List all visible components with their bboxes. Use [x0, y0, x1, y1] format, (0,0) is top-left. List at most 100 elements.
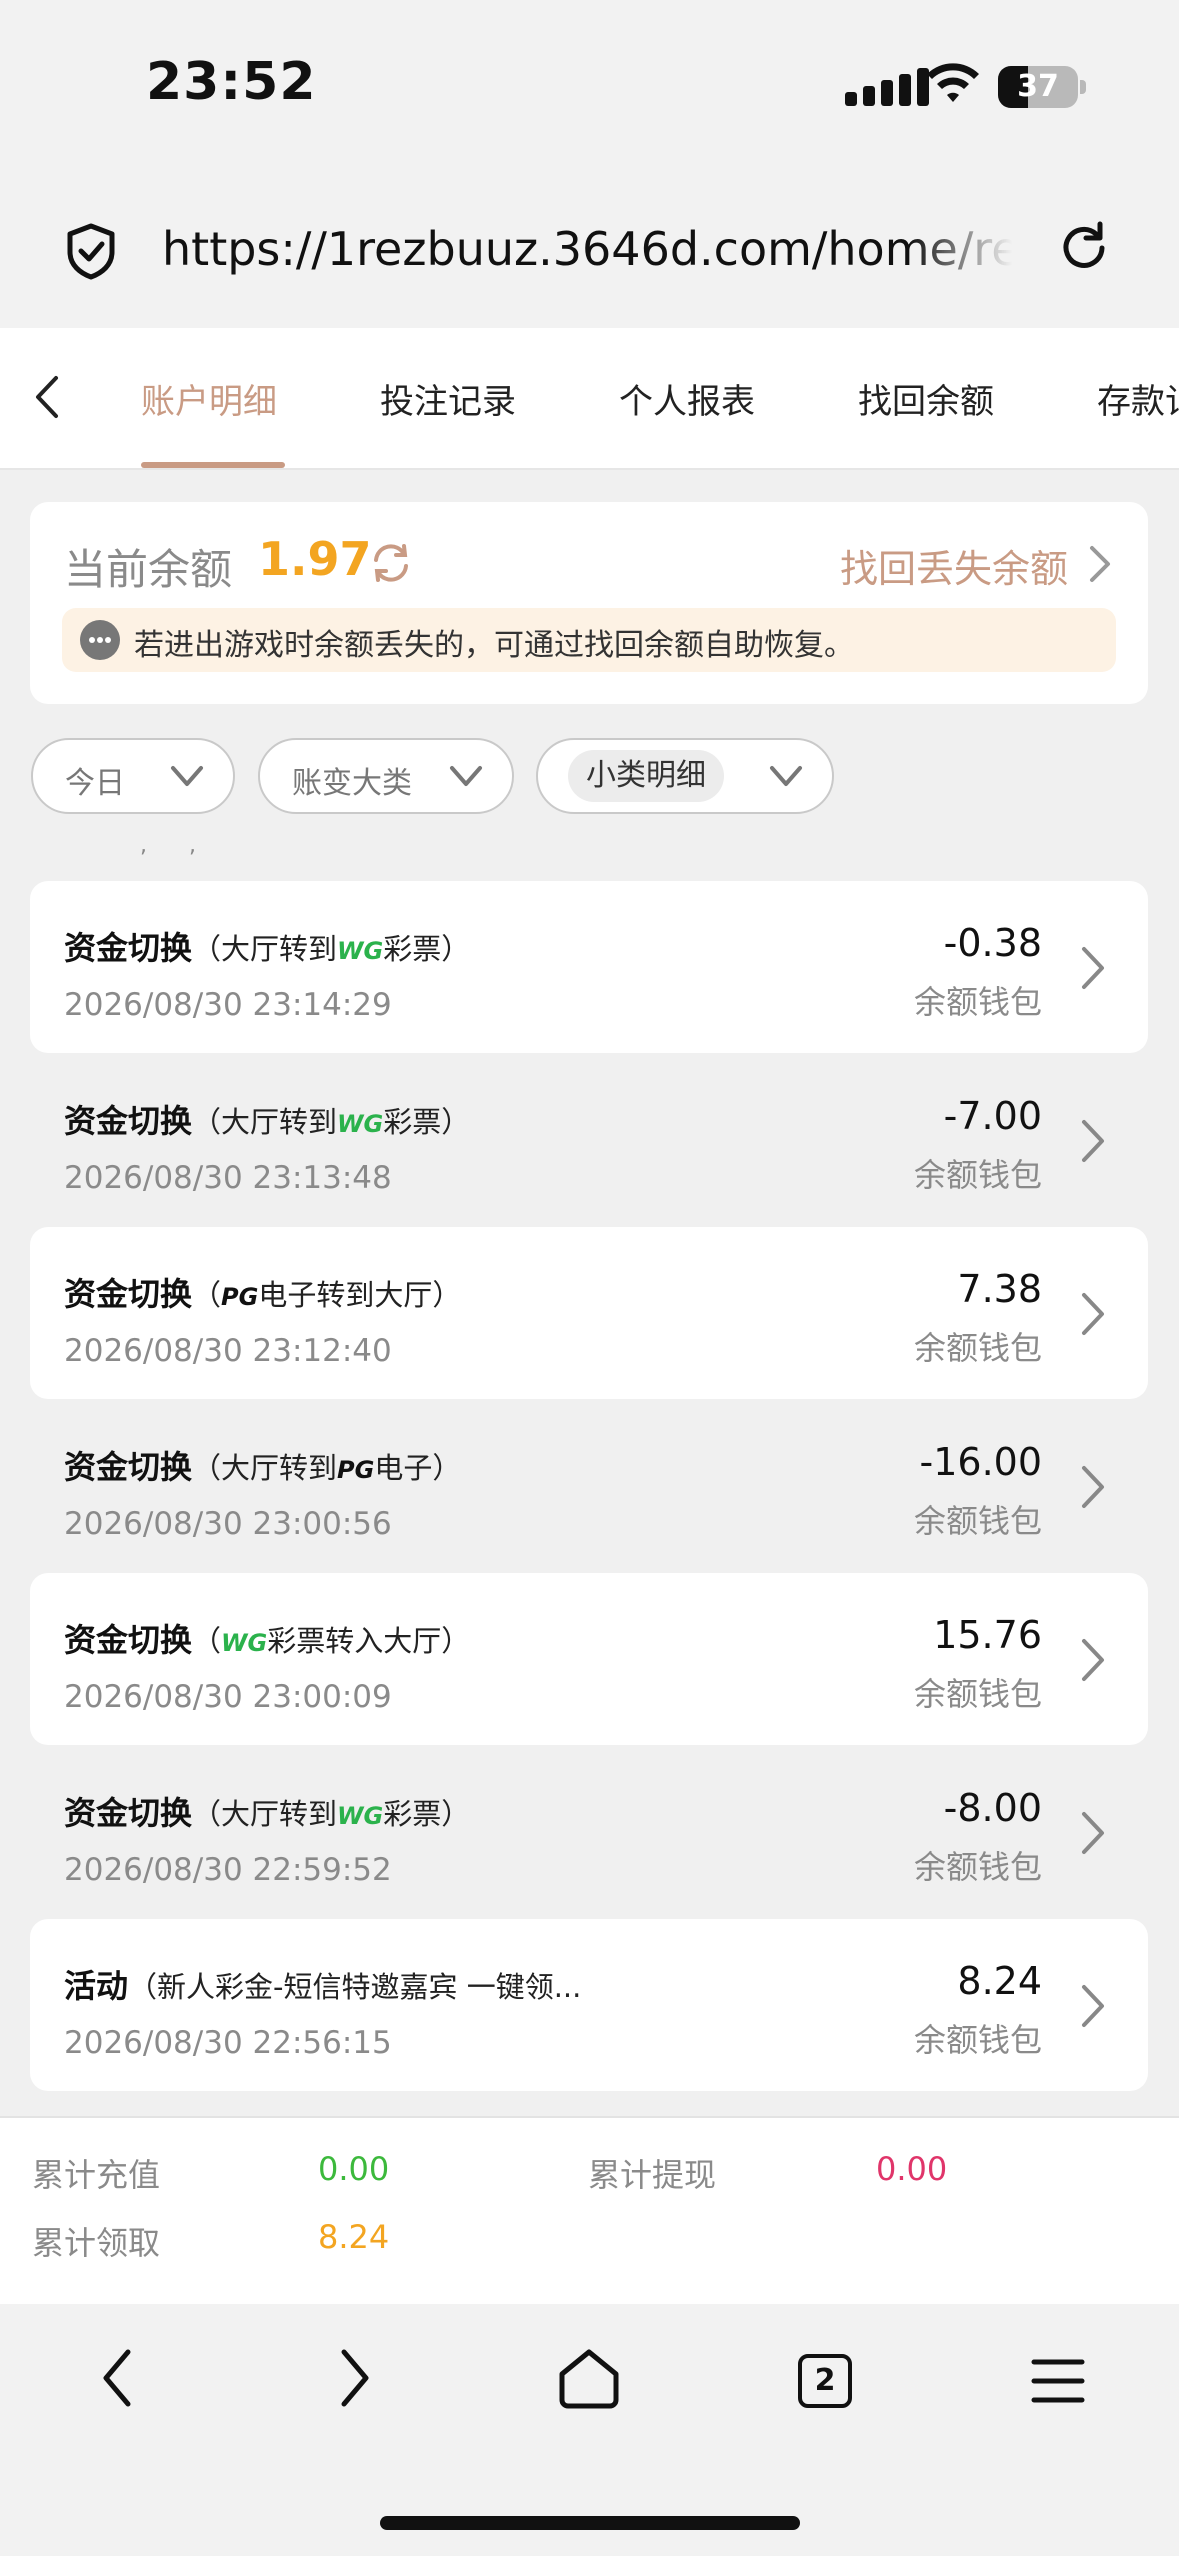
tabs-count-button[interactable]: 2: [798, 2354, 852, 2408]
withdraw-total-label: 累计提现: [588, 2156, 717, 2194]
url-text[interactable]: https://1rezbuuz.3646d.com/home/report: [162, 222, 1012, 276]
home-icon[interactable]: [556, 2348, 622, 2410]
tab-personal-report[interactable]: 个人报表: [619, 374, 755, 423]
transaction-wallet: 余额钱包: [913, 1848, 1042, 1886]
transaction-amount: -16.00: [919, 1440, 1043, 1484]
menu-icon[interactable]: [1030, 2356, 1086, 2406]
balance-value: 1.97: [258, 532, 372, 586]
transaction-detail: （: [192, 1624, 222, 1658]
transaction-row[interactable]: 资金切换（大厅转到PG电子） 2026/08/30 23:00:56 -16.00 余…: [30, 1400, 1148, 1572]
transaction-detail-suffix: 电子转到大厅）: [258, 1278, 462, 1312]
claim-total-value: 8.24: [318, 2218, 390, 2256]
transaction-detail: （大厅转到: [192, 932, 338, 966]
transaction-detail: （新人彩金-短信特邀嘉宾 一键领...: [128, 1970, 582, 2004]
chevron-right-icon[interactable]: [1084, 544, 1114, 584]
category-filter[interactable]: 账变大类: [258, 738, 514, 814]
transaction-detail: （大厅转到: [192, 1105, 338, 1139]
back-chevron-icon[interactable]: [28, 372, 68, 422]
transaction-wallet: 余额钱包: [913, 983, 1042, 1021]
transaction-title: 资金切换（大厅转到WG彩票）: [64, 923, 470, 969]
transaction-time: 2026/08/30 22:59:52: [64, 1852, 392, 1888]
transaction-amount: -8.00: [943, 1786, 1042, 1830]
transaction-detail-suffix: 彩票转入大厅）: [267, 1624, 471, 1658]
transaction-row[interactable]: 资金切换（大厅转到WG彩票） 2026/08/30 22:59:52 -8.00 余额…: [30, 1746, 1148, 1918]
transaction-row[interactable]: 资金切换（WG彩票转入大厅） 2026/08/30 23:00:09 15.76 余额…: [30, 1573, 1148, 1745]
browser-back-icon[interactable]: [96, 2346, 140, 2410]
pg-logo-icon: PG: [337, 1456, 375, 1484]
reload-icon[interactable]: [1056, 220, 1112, 276]
chevron-right-icon[interactable]: [1076, 1118, 1110, 1164]
chevron-right-icon[interactable]: [1076, 945, 1110, 991]
chevron-right-icon[interactable]: [1076, 1983, 1110, 2029]
cellular-signal-icon: [845, 68, 929, 106]
transaction-wallet: 余额钱包: [913, 1329, 1042, 1367]
transaction-title: 活动（新人彩金-短信特邀嘉宾 一键领...: [64, 1961, 581, 2007]
transaction-detail-suffix: 彩票）: [383, 1105, 471, 1139]
tab-deposit-records[interactable]: 存款记: [1097, 374, 1179, 423]
transaction-title: 资金切换（大厅转到WG彩票）: [64, 1788, 470, 1834]
wg-logo-icon: WG: [221, 1629, 268, 1657]
transaction-row[interactable]: 资金切换（大厅转到WG彩票） 2026/08/30 23:13:48 -7.00 余额…: [30, 1054, 1148, 1226]
message-icon: [80, 620, 120, 660]
transaction-time: 2026/08/30 23:14:29: [64, 987, 392, 1023]
transaction-wallet: 余额钱包: [913, 1156, 1042, 1194]
summary-footer: 累计充值 0.00 累计提现 0.00 累计领取 8.24: [0, 2116, 1179, 2304]
transaction-row[interactable]: 活动（新人彩金-短信特邀嘉宾 一键领... 2026/08/30 22:56:15…: [30, 1919, 1148, 2091]
chevron-down-icon: [770, 766, 802, 786]
transaction-detail: （: [192, 1278, 222, 1312]
transaction-amount: -0.38: [943, 921, 1042, 965]
transaction-title: 资金切换（WG彩票转入大厅）: [64, 1615, 470, 1661]
wg-logo-icon: WG: [337, 1802, 384, 1830]
browser-forward-icon[interactable]: [332, 2346, 376, 2410]
wifi-icon: [927, 63, 979, 102]
tab-recover-balance[interactable]: 找回余额: [858, 374, 994, 423]
deposit-total-value: 0.00: [318, 2150, 390, 2188]
chevron-down-icon: [171, 766, 203, 786]
battery-icon: 37: [998, 66, 1078, 108]
balance-card: 当前余额 1.97 找回丢失余额 若进出游戏时余额丢失的，可通过找回余额自助恢复…: [30, 502, 1148, 704]
refresh-balance-icon[interactable]: [368, 540, 414, 586]
transaction-type: 资金切换: [64, 1448, 193, 1486]
transaction-detail: （大厅转到: [192, 1451, 338, 1485]
battery-percent: 37: [1017, 69, 1059, 104]
transaction-title: 资金切换（PG电子转到大厅）: [64, 1269, 461, 1315]
balance-label: 当前余额: [64, 545, 233, 594]
transaction-type: 资金切换: [64, 1621, 193, 1659]
transaction-type: 资金切换: [64, 1102, 193, 1140]
transaction-time: 2026/08/30 23:13:48: [64, 1160, 392, 1196]
transaction-amount: 8.24: [957, 1959, 1042, 2003]
transaction-wallet: 余额钱包: [913, 1675, 1042, 1713]
chevron-right-icon[interactable]: [1076, 1464, 1110, 1510]
transaction-detail-suffix: 电子）: [374, 1451, 462, 1485]
transaction-amount: -7.00: [943, 1094, 1042, 1138]
transaction-wallet: 余额钱包: [913, 2021, 1042, 2059]
balance-notice: 若进出游戏时余额丢失的，可通过找回余额自助恢复。: [62, 608, 1116, 672]
wg-logo-icon: WG: [337, 1110, 384, 1138]
transaction-row[interactable]: 资金切换（大厅转到WG彩票） 2026/08/30 23:14:29 -0.38 余额…: [30, 881, 1148, 1053]
category-filter-label: 账变大类: [292, 766, 412, 801]
transaction-row[interactable]: 资金切换（PG电子转到大厅） 2026/08/30 23:12:40 7.38 余额钱…: [30, 1227, 1148, 1399]
withdraw-total-value: 0.00: [876, 2150, 948, 2188]
transaction-amount: 7.38: [957, 1267, 1042, 1311]
recover-lost-balance-link[interactable]: 找回丢失余额: [840, 538, 1068, 593]
chevron-right-icon[interactable]: [1076, 1291, 1110, 1337]
tab-account-detail[interactable]: 账户明细: [141, 374, 277, 423]
transaction-type: 资金切换: [64, 929, 193, 967]
transaction-title: 资金切换（大厅转到PG电子）: [64, 1442, 461, 1488]
chevron-right-icon[interactable]: [1076, 1810, 1110, 1856]
chevron-right-icon[interactable]: [1076, 1637, 1110, 1683]
deposit-total-label: 累计充值: [32, 2156, 161, 2194]
pg-logo-icon: PG: [221, 1283, 259, 1311]
subcategory-filter[interactable]: 小类明细: [536, 738, 834, 814]
tab-bet-records[interactable]: 投注记录: [380, 374, 516, 423]
transaction-type: 活动: [64, 1967, 129, 2005]
transaction-time: 2026/08/30 23:00:56: [64, 1506, 392, 1542]
transaction-type: 资金切换: [64, 1275, 193, 1313]
transaction-detail-suffix: 彩票）: [383, 932, 471, 966]
chevron-down-icon: [450, 766, 482, 786]
transaction-detail-suffix: 彩票）: [383, 1797, 471, 1831]
shield-check-icon: [67, 223, 115, 280]
home-indicator: [380, 2516, 800, 2530]
date-filter[interactable]: 今日: [31, 738, 235, 814]
status-bar: 23:52 37: [0, 0, 1179, 170]
